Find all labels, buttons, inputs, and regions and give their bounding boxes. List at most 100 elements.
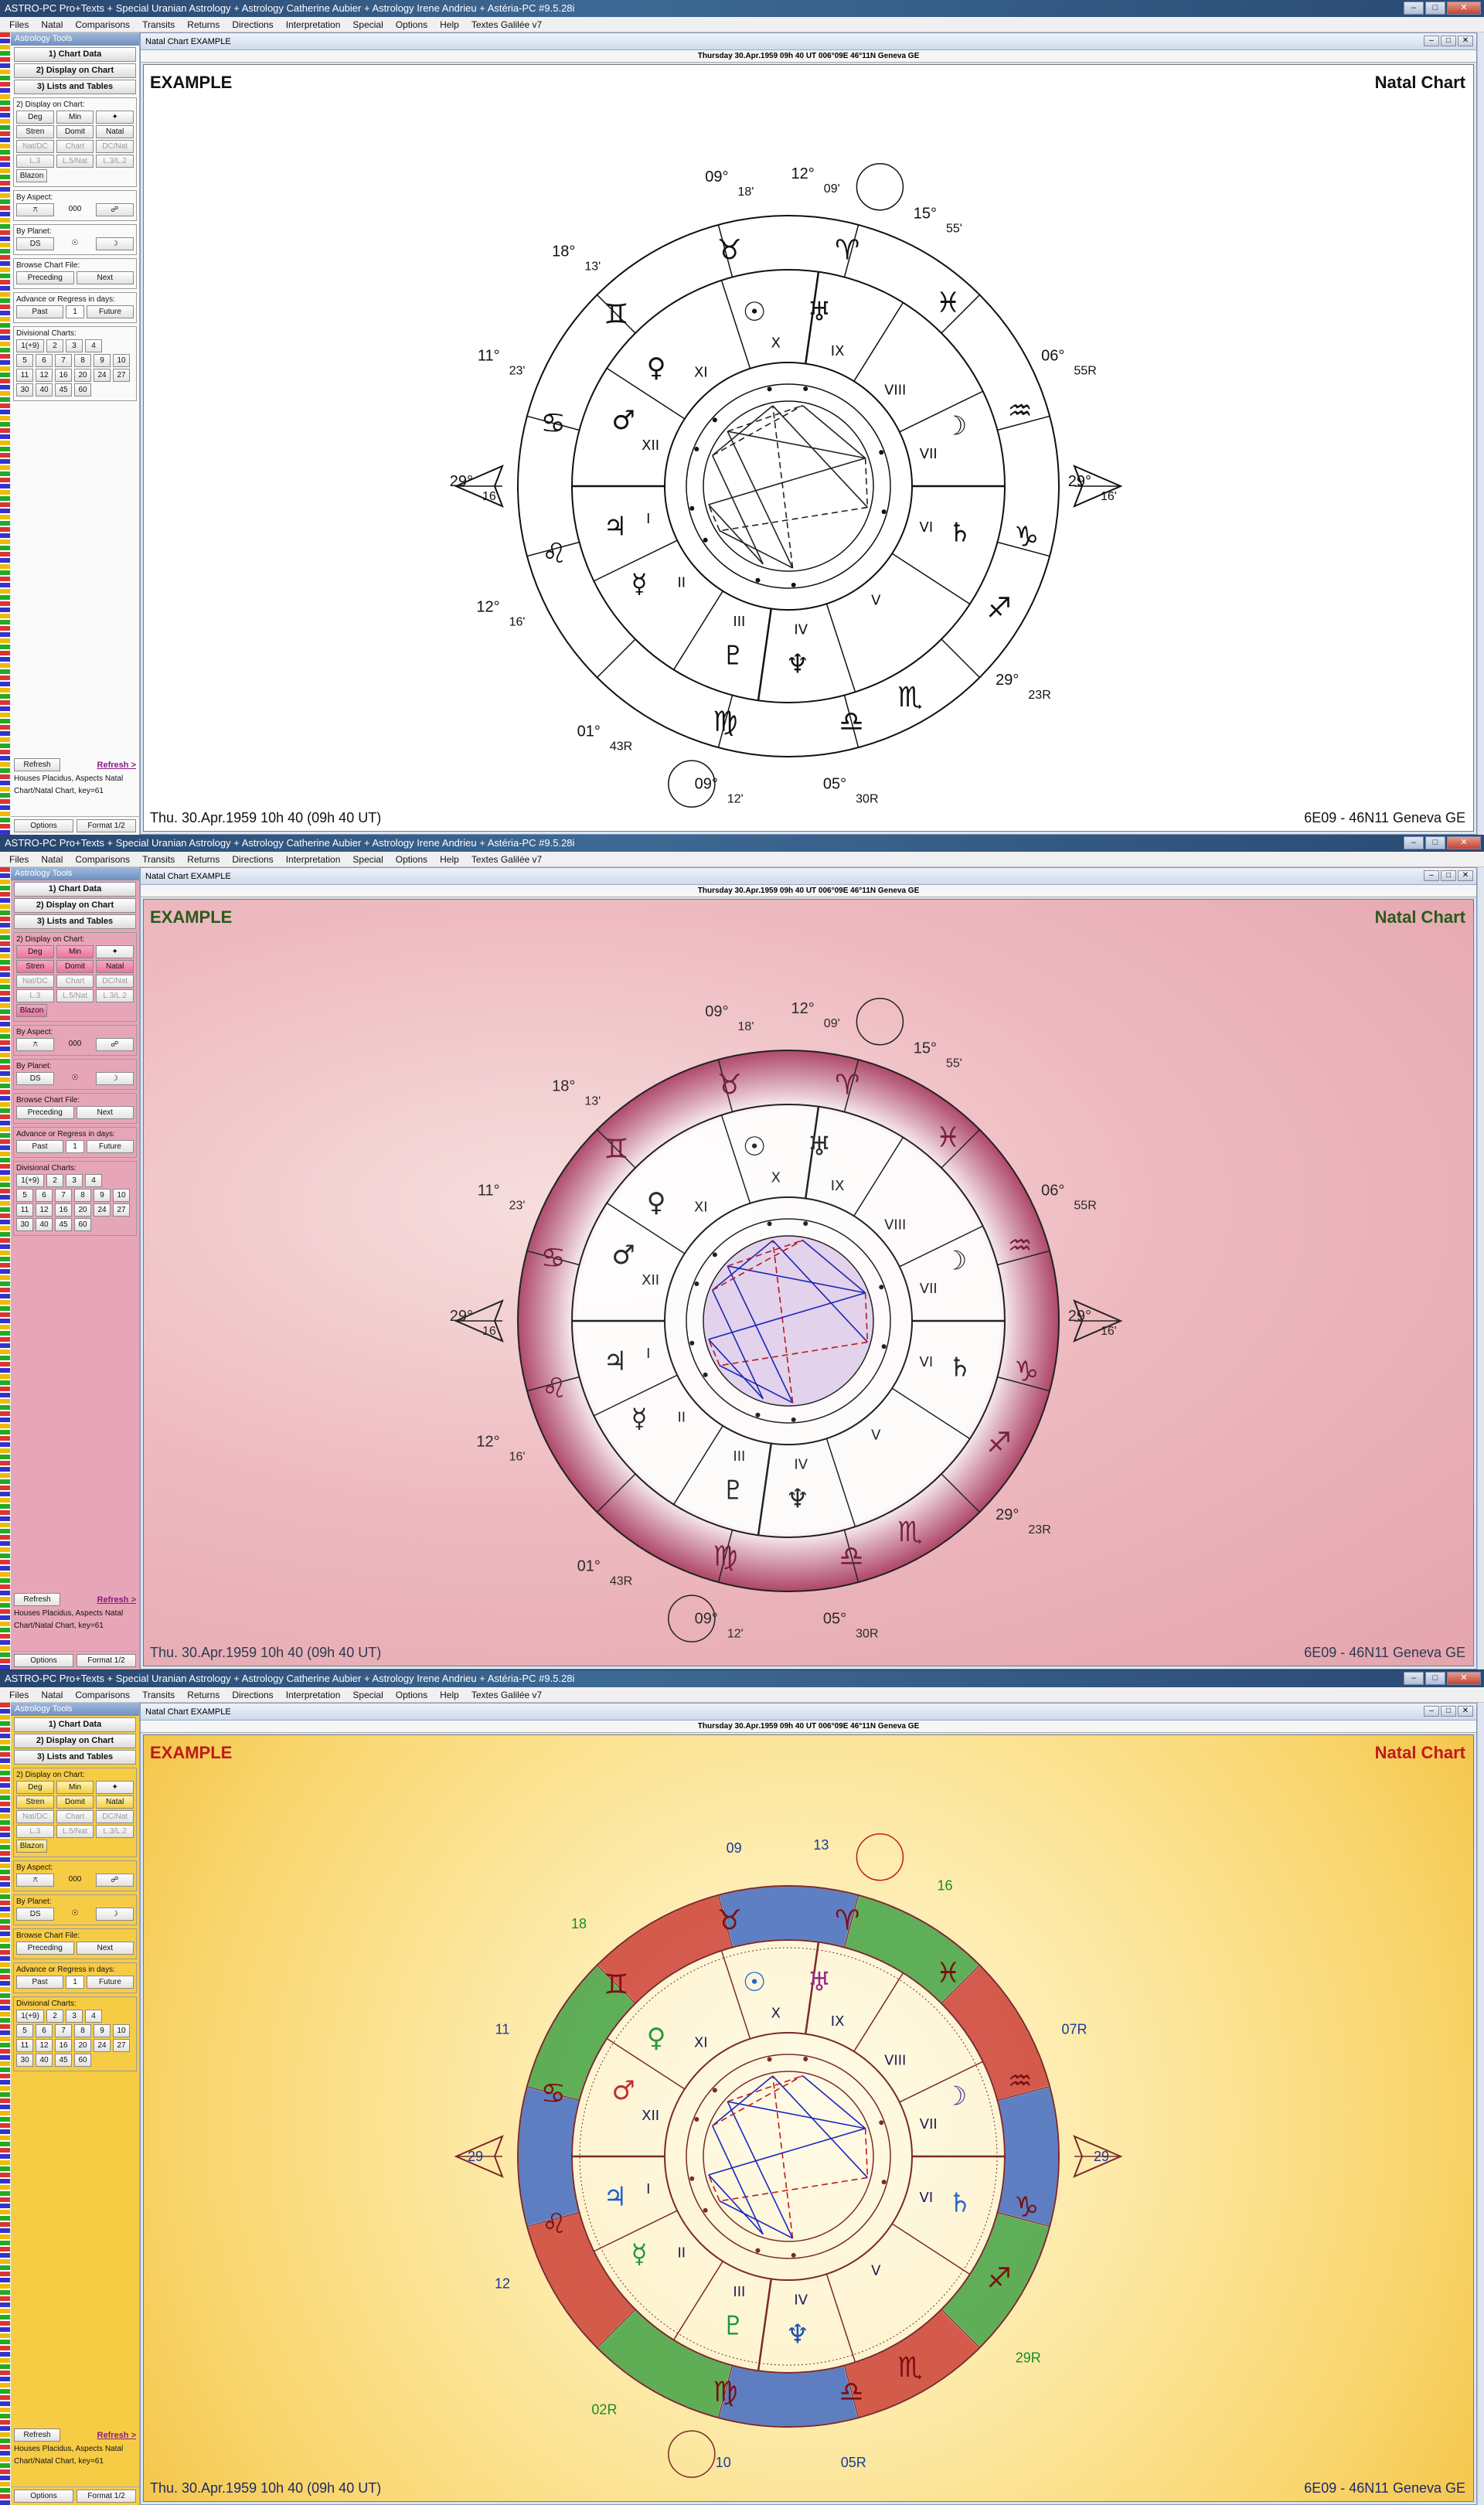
past-button[interactable]: Past — [16, 1976, 63, 1989]
divisional-button[interactable]: 6 — [36, 354, 53, 367]
menu-textes-galilee[interactable]: Textes Galilée v7 — [465, 17, 548, 32]
minimize-icon[interactable]: – — [1404, 1672, 1424, 1685]
divisional-button[interactable]: 3 — [66, 2010, 83, 2023]
future-button[interactable]: Future — [87, 1140, 134, 1153]
close-icon[interactable]: ✕ — [1447, 1672, 1481, 1685]
l3-l2-toggle[interactable]: L.3/L.2 — [96, 989, 134, 1002]
future-button[interactable]: Future — [87, 1976, 134, 1989]
divisional-button[interactable]: 27 — [113, 369, 130, 382]
minimize-icon[interactable]: – — [1404, 836, 1424, 849]
min-toggle[interactable]: Min — [56, 945, 94, 958]
menu-files[interactable]: Files — [3, 1687, 35, 1702]
divisional-button[interactable]: 60 — [74, 2054, 91, 2067]
options-button[interactable]: Options — [14, 2490, 73, 2503]
divisional-button[interactable]: 60 — [74, 383, 91, 397]
domit-toggle[interactable]: Domit — [56, 125, 94, 138]
min-toggle[interactable]: Min — [56, 111, 94, 124]
menu-help[interactable]: Help — [434, 852, 465, 866]
menu-natal[interactable]: Natal — [35, 17, 69, 32]
maximize-icon[interactable]: □ — [1425, 1672, 1445, 1685]
format-button[interactable]: Format 1/2 — [77, 1654, 136, 1667]
l3-l2-toggle[interactable]: L.3/L.2 — [96, 155, 134, 168]
natal-wheel[interactable]: ♈♉♊♋♌♍ ♎♏♐♑♒♓IIIIIIIVVVIVIIVIIIIXXXIXII☉☽… — [144, 1735, 1470, 2502]
refresh-link[interactable]: Refresh > — [97, 761, 136, 770]
maximize-icon[interactable]: □ — [1425, 836, 1445, 849]
nat-dc-toggle[interactable]: Nat/DC — [16, 140, 54, 153]
refresh-button[interactable]: Refresh — [14, 758, 60, 771]
menu-natal[interactable]: Natal — [35, 852, 69, 866]
chart-minimize-icon[interactable]: – — [1424, 36, 1439, 46]
menu-special[interactable]: Special — [346, 1687, 389, 1702]
divisional-button[interactable]: 1(+9) — [16, 339, 44, 352]
nat-dc-toggle[interactable]: Nat/DC — [16, 975, 54, 988]
past-button[interactable]: Past — [16, 305, 63, 318]
deg-toggle[interactable]: Deg — [16, 1781, 54, 1794]
divisional-button[interactable]: 11 — [16, 369, 33, 382]
opposition-icon[interactable]: ☍ — [95, 203, 134, 216]
lists-tables-button[interactable]: 3) Lists and Tables — [14, 80, 136, 94]
divisional-button[interactable]: 45 — [55, 383, 72, 397]
menu-returns[interactable]: Returns — [181, 17, 226, 32]
close-icon[interactable]: ✕ — [1447, 836, 1481, 849]
divisional-button[interactable]: 24 — [94, 2039, 111, 2052]
ds-button[interactable]: DS — [16, 237, 55, 250]
menu-directions[interactable]: Directions — [226, 17, 279, 32]
menu-directions[interactable]: Directions — [226, 852, 279, 866]
menu-files[interactable]: Files — [3, 17, 35, 32]
blazon-toggle[interactable]: Blazon — [16, 1004, 47, 1017]
divisional-button[interactable]: 4 — [85, 339, 102, 352]
blazon-toggle[interactable]: Blazon — [16, 1840, 47, 1853]
l5-nat-toggle[interactable]: L.5/Nat — [56, 155, 94, 168]
deg-toggle[interactable]: Deg — [16, 111, 54, 124]
divisional-button[interactable]: 7 — [55, 1189, 72, 1202]
refresh-button[interactable]: Refresh — [14, 1593, 60, 1606]
refresh-link[interactable]: Refresh > — [97, 2431, 136, 2440]
menu-interpretation[interactable]: Interpretation — [280, 17, 347, 32]
divisional-button[interactable]: 3 — [66, 339, 83, 352]
menu-special[interactable]: Special — [346, 17, 389, 32]
divisional-button[interactable]: 60 — [74, 1218, 91, 1231]
divisional-button[interactable]: 20 — [74, 1203, 91, 1217]
chart-minimize-icon[interactable]: – — [1424, 1706, 1439, 1717]
divisional-button[interactable]: 40 — [36, 2054, 53, 2067]
divisional-button[interactable]: 11 — [16, 1203, 33, 1217]
divisional-button[interactable]: 6 — [36, 1189, 53, 1202]
aspect-prev-icon[interactable]: ⚻ — [16, 1874, 55, 1887]
chart-close-icon[interactable]: ✕ — [1458, 1706, 1473, 1717]
divisional-button[interactable]: 5 — [16, 354, 33, 367]
chart-minimize-icon[interactable]: – — [1424, 870, 1439, 881]
divisional-button[interactable]: 16 — [55, 2039, 72, 2052]
divisional-button[interactable]: 20 — [74, 2039, 91, 2052]
deg-toggle[interactable]: Deg — [16, 945, 54, 958]
menu-textes-galilee[interactable]: Textes Galilée v7 — [465, 1687, 548, 1702]
menu-help[interactable]: Help — [434, 1687, 465, 1702]
format-button[interactable]: Format 1/2 — [77, 2490, 136, 2503]
sun-icon[interactable]: ☉ — [56, 1072, 93, 1085]
preceding-button[interactable]: Preceding — [16, 1942, 74, 1955]
divisional-button[interactable]: 40 — [36, 1218, 53, 1231]
l5-nat-toggle[interactable]: L.5/Nat — [56, 989, 94, 1002]
divisional-button[interactable]: 45 — [55, 2054, 72, 2067]
divisional-button[interactable]: 24 — [94, 369, 111, 382]
divisional-button[interactable]: 40 — [36, 383, 53, 397]
divisional-button[interactable]: 27 — [113, 2039, 130, 2052]
divisional-button[interactable]: 4 — [85, 1174, 102, 1187]
menu-comparisons[interactable]: Comparisons — [69, 17, 136, 32]
preceding-button[interactable]: Preceding — [16, 1106, 74, 1119]
divisional-button[interactable]: 12 — [36, 2039, 53, 2052]
sun-icon[interactable]: ☉ — [56, 1908, 93, 1921]
preceding-button[interactable]: Preceding — [16, 271, 74, 284]
minimize-icon[interactable]: – — [1404, 2, 1424, 15]
stren-toggle[interactable]: Stren — [16, 125, 54, 138]
divisional-button[interactable]: 6 — [36, 2024, 53, 2037]
divisional-button[interactable]: 16 — [55, 1203, 72, 1217]
chart-data-button[interactable]: 1) Chart Data — [14, 1717, 136, 1732]
menu-interpretation[interactable]: Interpretation — [280, 852, 347, 866]
chart-data-button[interactable]: 1) Chart Data — [14, 47, 136, 62]
divisional-button[interactable]: 1(+9) — [16, 1174, 44, 1187]
divisional-button[interactable]: 7 — [55, 354, 72, 367]
l3-toggle[interactable]: L.3 — [16, 989, 54, 1002]
divisional-button[interactable]: 27 — [113, 1203, 130, 1217]
chart-maximize-icon[interactable]: □ — [1441, 1706, 1456, 1717]
menu-help[interactable]: Help — [434, 17, 465, 32]
